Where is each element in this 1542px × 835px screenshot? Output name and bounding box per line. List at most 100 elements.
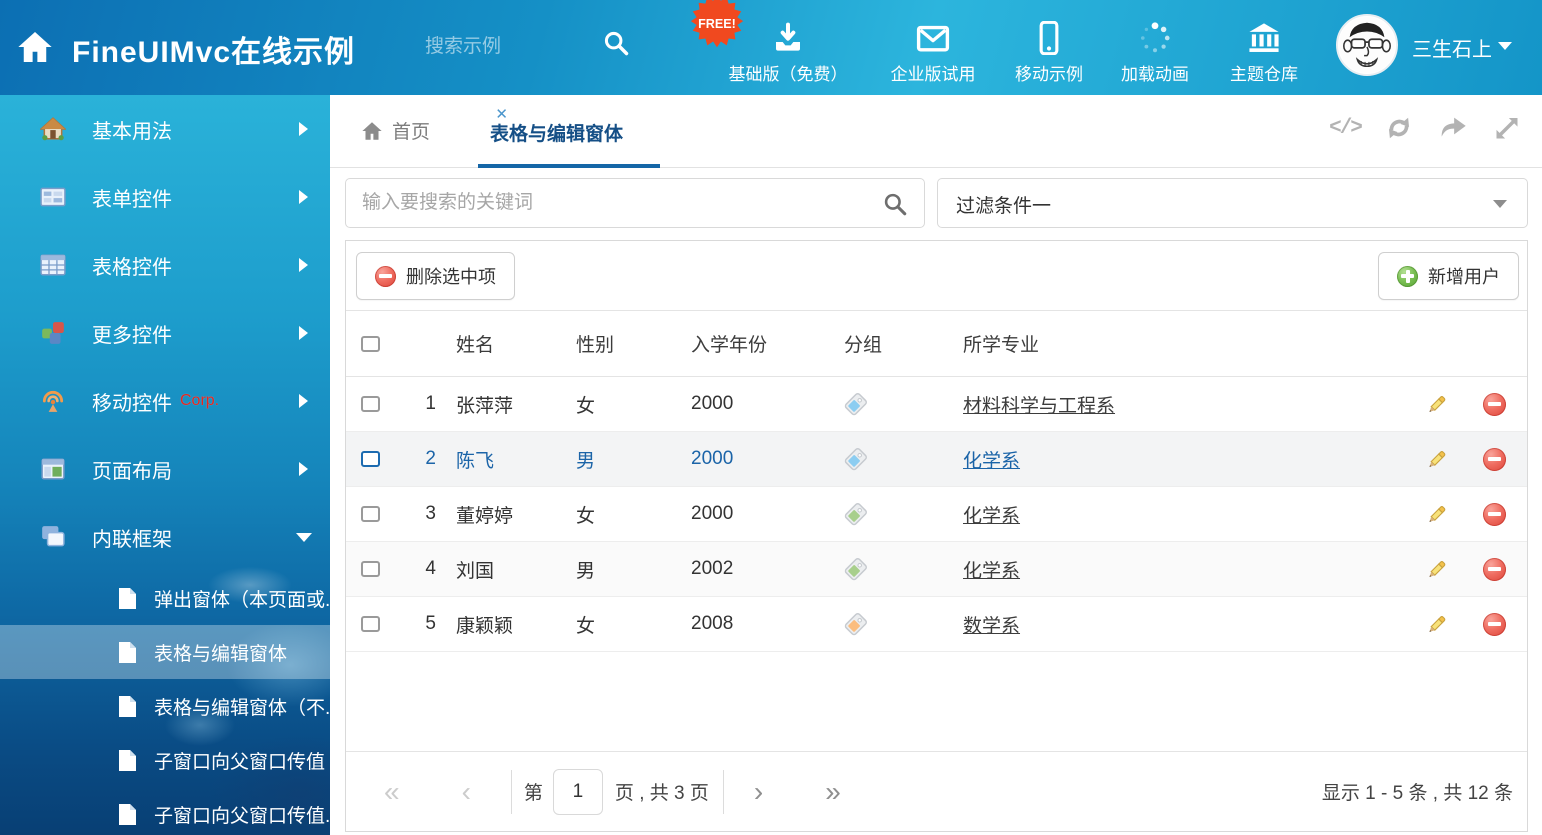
- row-checkbox[interactable]: [361, 396, 380, 412]
- tab-home-label: 首页: [392, 117, 430, 144]
- tag-icon: [826, 393, 943, 416]
- filter-dropdown[interactable]: 过滤条件一: [937, 178, 1528, 228]
- refresh-icon[interactable]: [1384, 113, 1414, 143]
- add-user-button[interactable]: 新增用户: [1378, 252, 1519, 300]
- view-source-icon[interactable]: </>: [1330, 113, 1360, 143]
- nav-item-basic-edition[interactable]: 基础版（免费）: [723, 18, 853, 85]
- delete-row-icon[interactable]: [1483, 393, 1506, 416]
- corp-badge: Corp.: [180, 392, 219, 410]
- tag-icon: [826, 613, 943, 636]
- edit-icon[interactable]: [1424, 392, 1448, 416]
- sidebar-item-more-controls[interactable]: 更多控件: [0, 299, 330, 367]
- sidebar-item-label: 内联框架: [92, 523, 172, 552]
- tag-icon: [826, 558, 943, 581]
- sidebar-item-iframe[interactable]: 内联框架: [0, 503, 330, 571]
- table-row[interactable]: 4刘国男2002化学系: [346, 542, 1527, 597]
- search-icon[interactable]: [602, 29, 630, 57]
- page-number-input[interactable]: [553, 769, 603, 815]
- row-checkbox[interactable]: [361, 561, 380, 577]
- sidebar-subitem-grid-edit-window-2[interactable]: 表格与编辑窗体（不...: [0, 679, 330, 733]
- delete-row-icon[interactable]: [1483, 613, 1506, 636]
- sidebar-subitem-label: 子窗口向父窗口传值: [154, 747, 325, 774]
- sidebar-subitem-child-to-parent[interactable]: 子窗口向父窗口传值: [0, 733, 330, 787]
- column-header-year[interactable]: 入学年份: [671, 330, 826, 357]
- table-row[interactable]: 3董婷婷女2000化学系: [346, 487, 1527, 542]
- edit-icon[interactable]: [1424, 447, 1448, 471]
- table-header-row: 姓名 性别 入学年份 分组 所学专业: [346, 311, 1527, 377]
- column-header-group[interactable]: 分组: [826, 330, 943, 357]
- sidebar-item-mobile-controls[interactable]: 移动控件 Corp.: [0, 367, 330, 435]
- delete-row-icon[interactable]: [1483, 558, 1506, 581]
- username[interactable]: 三生石上: [1412, 33, 1492, 62]
- sidebar-subitem-child-to-parent-2[interactable]: 子窗口向父窗口传值...: [0, 787, 330, 835]
- sidebar-item-grid-controls[interactable]: 表格控件: [0, 231, 330, 299]
- first-page-button[interactable]: «: [384, 778, 400, 806]
- sidebar-item-page-layout[interactable]: 页面布局: [0, 435, 330, 503]
- keyword-search-box: [345, 178, 925, 228]
- record-summary: 显示 1 - 5 条 , 共 12 条: [1322, 778, 1513, 805]
- delete-row-icon[interactable]: [1483, 448, 1506, 471]
- cell-gender: 女: [556, 391, 671, 418]
- row-checkbox[interactable]: [361, 506, 380, 522]
- major-link[interactable]: 材料科学与工程系: [963, 391, 1115, 418]
- table-row[interactable]: 2陈飞男2000化学系: [346, 432, 1527, 487]
- row-index: 4: [391, 558, 436, 580]
- file-icon: [118, 587, 137, 610]
- chevron-right-icon: [299, 258, 308, 272]
- tab-active-label: 表格与编辑窗体: [490, 119, 623, 146]
- nav-item-theme-repo[interactable]: 主题仓库: [1199, 18, 1329, 85]
- form-icon: [40, 184, 66, 210]
- tab-grid-edit-window[interactable]: 表格与编辑窗体 ✕: [478, 95, 502, 168]
- chevron-right-icon: [299, 462, 308, 476]
- cell-year: 2000: [671, 448, 826, 470]
- major-link[interactable]: 数学系: [963, 611, 1020, 638]
- pagination-divider: [723, 770, 724, 814]
- delete-selected-button[interactable]: 删除选中项: [356, 252, 515, 300]
- last-page-button[interactable]: »: [825, 778, 841, 806]
- edit-icon[interactable]: [1424, 502, 1448, 526]
- column-header-major[interactable]: 所学专业: [943, 330, 1411, 357]
- top-header: FineUIMvc在线示例 FREE! 基础版（免费）: [0, 0, 1542, 95]
- fullscreen-icon[interactable]: [1492, 113, 1522, 143]
- delete-row-icon[interactable]: [1483, 503, 1506, 526]
- header-search-input[interactable]: [425, 28, 595, 66]
- pagination-divider: [511, 770, 512, 814]
- sidebar-item-label: 表格控件: [92, 251, 172, 280]
- edit-icon[interactable]: [1424, 557, 1448, 581]
- major-link[interactable]: 化学系: [963, 446, 1020, 473]
- sidebar-item-basic-usage[interactable]: 基本用法: [0, 95, 330, 163]
- edit-icon[interactable]: [1424, 612, 1448, 636]
- tab-home[interactable]: 首页: [360, 117, 430, 144]
- avatar[interactable]: [1336, 14, 1398, 76]
- sidebar-item-form-controls[interactable]: 表单控件: [0, 163, 330, 231]
- major-link[interactable]: 化学系: [963, 501, 1020, 528]
- file-icon: [118, 749, 137, 772]
- search-icon[interactable]: [882, 191, 908, 217]
- column-header-name[interactable]: 姓名: [436, 330, 556, 357]
- sidebar-subitem-grid-edit-window[interactable]: 表格与编辑窗体: [0, 625, 330, 679]
- tab-close-icon[interactable]: ✕: [495, 105, 508, 123]
- chevron-right-icon: [299, 394, 308, 408]
- column-header-gender[interactable]: 性别: [556, 330, 671, 357]
- home-icon[interactable]: [16, 28, 54, 66]
- user-caret-down-icon[interactable]: [1498, 42, 1512, 50]
- keyword-search-input[interactable]: [362, 179, 872, 227]
- nav-label: 主题仓库: [1199, 60, 1329, 85]
- frames-icon: [40, 524, 66, 550]
- open-new-window-icon[interactable]: [1438, 113, 1468, 143]
- prev-page-button[interactable]: ‹: [462, 778, 471, 806]
- chevron-right-icon: [299, 122, 308, 136]
- nav-item-enterprise-trial[interactable]: 企业版试用: [868, 18, 998, 85]
- row-checkbox[interactable]: [361, 451, 380, 467]
- sidebar-subitem-label: 子窗口向父窗口传值...: [154, 801, 330, 828]
- table-row[interactable]: 5康颖颖女2008数学系: [346, 597, 1527, 652]
- page-prefix: 第: [524, 778, 543, 805]
- major-link[interactable]: 化学系: [963, 556, 1020, 583]
- table-row[interactable]: 1张萍萍女2000材料科学与工程系: [346, 377, 1527, 432]
- row-checkbox[interactable]: [361, 616, 380, 632]
- select-all-checkbox[interactable]: [361, 336, 380, 352]
- row-index: 3: [391, 503, 436, 525]
- next-page-button[interactable]: ›: [754, 778, 763, 806]
- sidebar-subitem-popup-window[interactable]: 弹出窗体（本页面或...: [0, 571, 330, 625]
- cell-year: 2000: [671, 393, 826, 415]
